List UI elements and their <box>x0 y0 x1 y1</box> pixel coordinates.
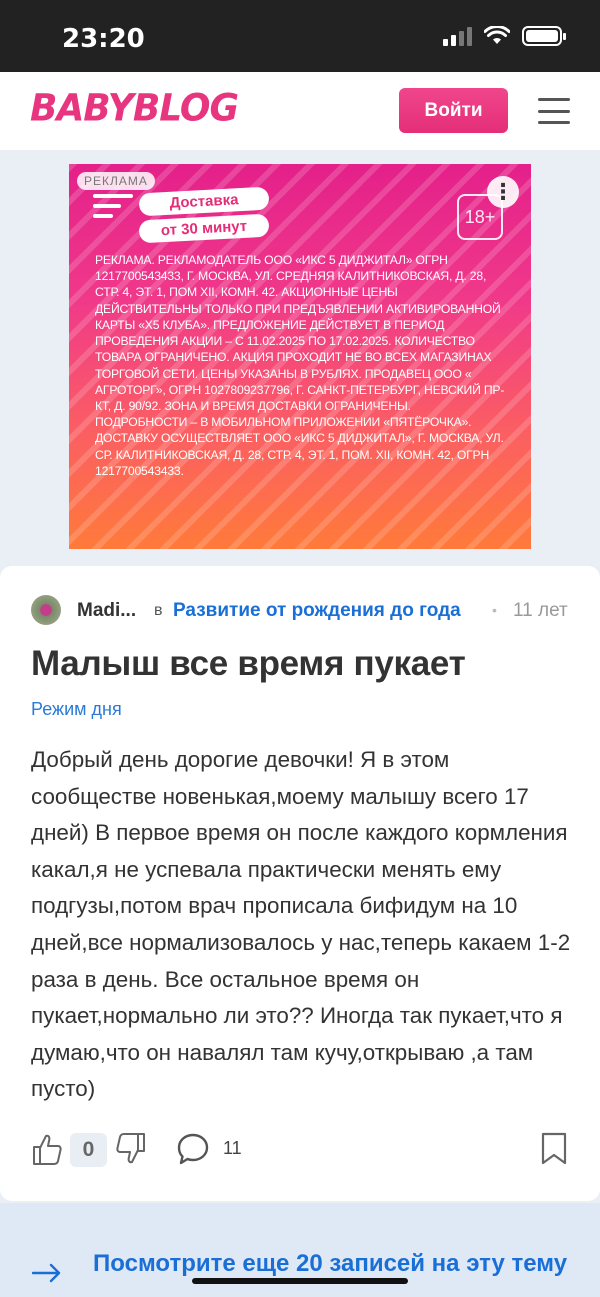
login-button[interactable]: Войти <box>399 88 508 133</box>
more-posts-link[interactable]: Посмотрите еще 20 записей на эту тему <box>93 1247 573 1281</box>
like-count: 0 <box>70 1133 107 1167</box>
post-card: Madi... в Развитие от рождения до года •… <box>0 566 600 1201</box>
signal-icon <box>443 26 472 46</box>
comment-icon[interactable] <box>176 1131 210 1167</box>
battery-icon <box>522 26 566 46</box>
thumbs-up-icon[interactable] <box>31 1131 63 1167</box>
ad-banner[interactable]: РЕКЛАМА Доставка от 30 минут 18+ ⋮ Рекла… <box>69 164 531 549</box>
status-icons <box>443 26 566 46</box>
avatar[interactable] <box>31 595 61 625</box>
community-link[interactable]: Развитие от рождения до года <box>173 600 473 622</box>
post-body: Добрый день дорогие девочки! Я в этом со… <box>31 747 571 1102</box>
home-indicator <box>192 1278 408 1284</box>
ad-disclaimer-text: Реклама. Рекламодатель ООО «ИКС 5 Диджит… <box>95 253 505 478</box>
post-tag[interactable]: Режим дня <box>31 699 122 720</box>
site-header: BABYBLOG Войти <box>0 72 600 150</box>
author-name[interactable]: Madi... <box>77 600 136 622</box>
bookmark-icon[interactable] <box>540 1131 568 1167</box>
ad-label: РЕКЛАМА <box>77 172 155 190</box>
ad-more-options-icon[interactable]: ⋮ <box>487 176 519 208</box>
post-age: 11 лет <box>513 600 568 621</box>
hamburger-menu-icon[interactable] <box>538 98 570 124</box>
arrow-right-icon <box>32 1263 61 1283</box>
speed-lines-icon <box>93 194 133 224</box>
ad-delivery-line1: Доставка <box>138 186 270 217</box>
ad-delivery-badge: Доставка от 30 минут <box>138 186 270 244</box>
wifi-icon <box>484 26 510 44</box>
thumbs-down-icon[interactable] <box>115 1131 147 1167</box>
status-bar: 23:20 <box>0 0 600 72</box>
ad-delivery-line2: от 30 минут <box>138 213 270 244</box>
post-title[interactable]: Малыш все время пукает <box>31 644 466 684</box>
separator-dot: • <box>492 602 497 618</box>
in-label: в <box>154 602 163 619</box>
status-time: 23:20 <box>62 24 145 54</box>
post-actions: 0 11 <box>31 1131 571 1171</box>
babyblog-logo[interactable]: BABYBLOG <box>30 87 239 130</box>
comment-count: 11 <box>223 1138 242 1158</box>
